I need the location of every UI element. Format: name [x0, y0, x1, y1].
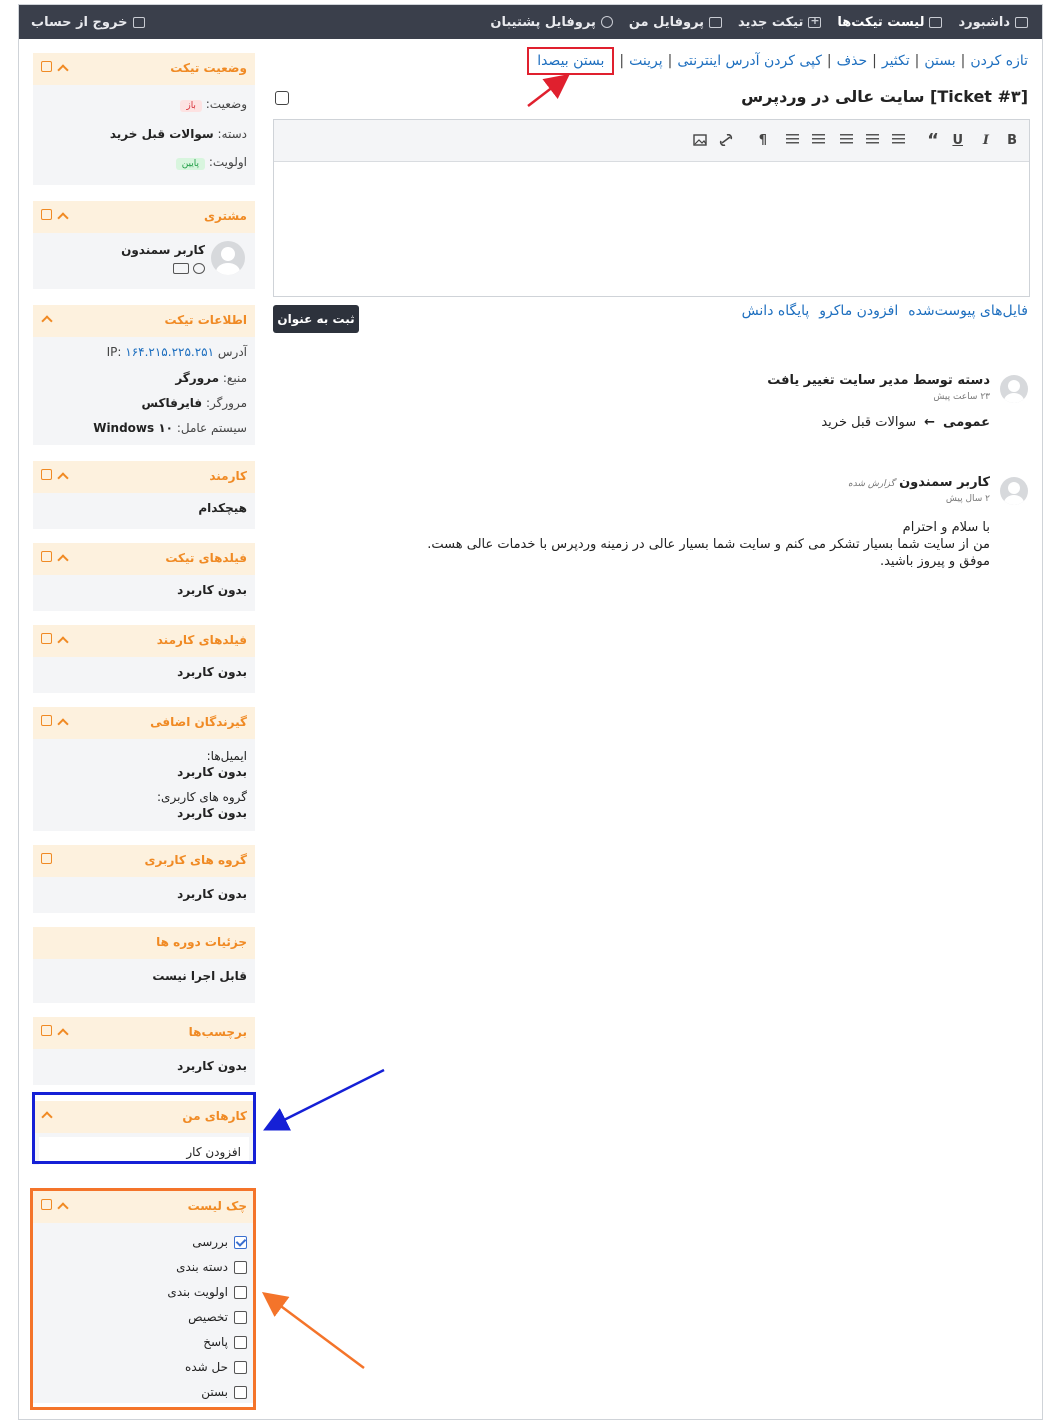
arrow-blue [263, 1068, 385, 1131]
arrow-orange [261, 1292, 365, 1370]
annotation-arrows [261, 73, 570, 1370]
arrow-red [527, 73, 570, 107]
